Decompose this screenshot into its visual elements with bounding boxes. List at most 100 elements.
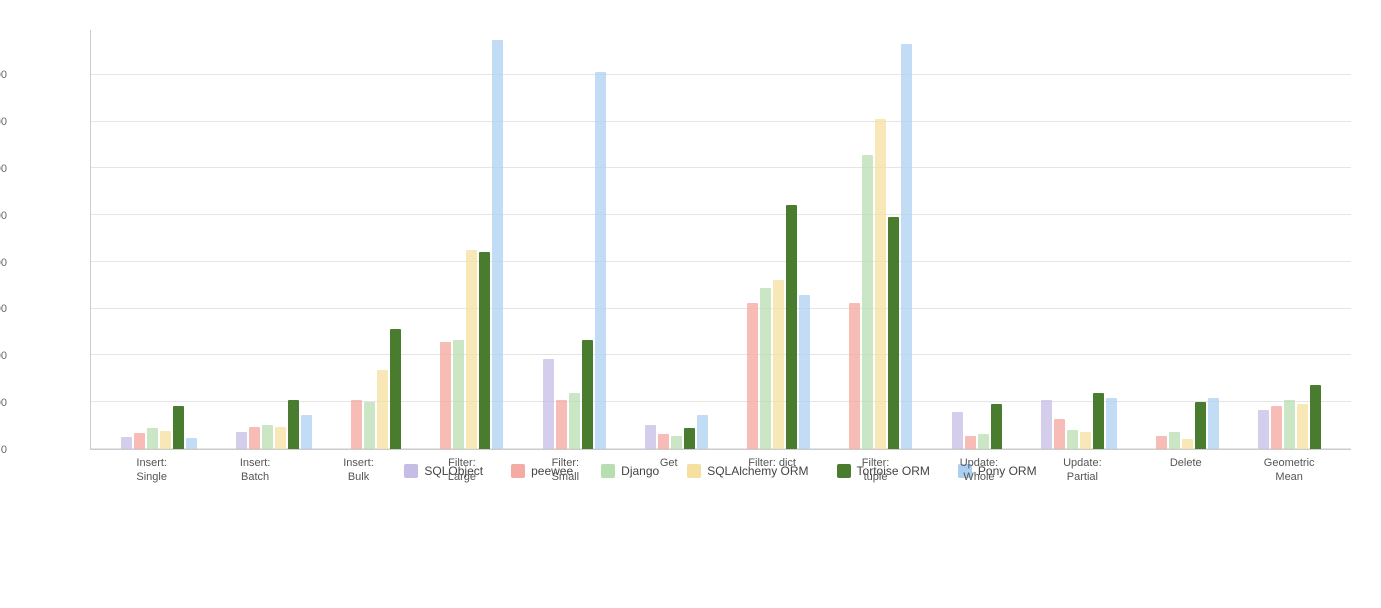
bar xyxy=(275,427,286,450)
bar xyxy=(556,400,567,449)
y-axis-label: 87500 xyxy=(0,116,7,128)
bar-group xyxy=(747,205,810,449)
bar xyxy=(1093,393,1104,449)
bar xyxy=(1258,410,1269,449)
bar xyxy=(121,437,132,449)
bar xyxy=(901,44,912,449)
bar xyxy=(684,428,695,449)
bar xyxy=(236,432,247,449)
bar-group xyxy=(645,415,708,449)
bar xyxy=(773,280,784,449)
bar xyxy=(262,425,273,449)
group-bars xyxy=(1258,385,1321,449)
bar xyxy=(351,400,362,449)
x-axis-label: Update: Partial xyxy=(1037,456,1127,485)
x-axis-label: Delete xyxy=(1141,456,1231,485)
bar xyxy=(786,205,797,449)
bar xyxy=(849,303,860,449)
chart-area xyxy=(90,30,1351,450)
bar xyxy=(1041,400,1052,449)
bar xyxy=(952,412,963,450)
group-bars xyxy=(236,400,312,449)
bar xyxy=(1284,400,1295,449)
bar-group xyxy=(440,40,503,449)
bar-group xyxy=(1041,393,1117,449)
bar-group xyxy=(351,329,401,449)
y-axis-label: 12500 xyxy=(0,397,7,409)
bar xyxy=(1208,398,1219,449)
x-axis-label: Get xyxy=(624,456,714,485)
bar xyxy=(1080,432,1091,449)
group-bars xyxy=(645,415,708,449)
bar xyxy=(658,434,669,449)
bar-group xyxy=(952,404,1002,449)
y-axis-label: 37500 xyxy=(0,303,7,315)
bar xyxy=(1169,432,1180,449)
bar xyxy=(492,40,503,449)
bar-group xyxy=(121,406,197,449)
bar xyxy=(1297,404,1308,449)
bar xyxy=(377,370,388,449)
bar xyxy=(697,415,708,449)
bar-group xyxy=(236,400,312,449)
bar xyxy=(595,72,606,449)
bar xyxy=(569,393,580,449)
y-axis-label: 75000 xyxy=(0,163,7,175)
bar xyxy=(1067,430,1078,449)
x-axis-label: Insert: Single xyxy=(107,456,197,485)
bar xyxy=(301,415,312,449)
bar-group xyxy=(849,44,912,449)
bars-container xyxy=(91,30,1351,449)
bar xyxy=(453,340,464,449)
bar-group xyxy=(1156,398,1219,449)
group-bars xyxy=(1041,393,1117,449)
x-axis-label: Insert: Bulk xyxy=(314,456,404,485)
bar xyxy=(1054,419,1065,449)
bar xyxy=(747,303,758,449)
bar xyxy=(1271,406,1282,449)
bar xyxy=(364,402,375,449)
y-axis-label: 25000 xyxy=(0,350,7,362)
x-axis-label: Geometric Mean xyxy=(1244,456,1334,485)
bar xyxy=(390,329,401,449)
group-bars xyxy=(351,329,401,449)
x-axis-labels: Insert: Single Insert: Batch Insert: Bulk F… xyxy=(90,456,1351,485)
x-axis-label: Filter: tuple xyxy=(831,456,921,485)
bar xyxy=(186,438,197,449)
x-axis-label: Update: Whole xyxy=(934,456,1024,485)
bar xyxy=(249,427,260,449)
y-axis-label: 0 xyxy=(0,444,7,456)
group-bars xyxy=(952,404,1002,449)
bar xyxy=(173,406,184,449)
bar xyxy=(1156,436,1167,449)
x-axis-label: Filter: Small xyxy=(520,456,610,485)
bar xyxy=(888,217,899,450)
group-bars xyxy=(121,406,197,449)
bar xyxy=(1182,439,1193,450)
bar xyxy=(160,431,171,449)
bar xyxy=(1310,385,1321,449)
bar xyxy=(978,434,989,449)
bar xyxy=(965,436,976,449)
chart-container: 0125002500037500500006250075000875001000… xyxy=(0,0,1381,608)
x-axis-label: Insert: Batch xyxy=(210,456,300,485)
y-axis-label: 100000 xyxy=(0,69,7,81)
bar-group xyxy=(1258,385,1321,449)
group-bars xyxy=(440,40,503,449)
y-axis-label: 62500 xyxy=(0,210,7,222)
group-bars xyxy=(747,205,810,449)
bar xyxy=(479,252,490,449)
group-bars xyxy=(543,72,606,449)
bar xyxy=(134,433,145,449)
group-bars xyxy=(849,44,912,449)
bar xyxy=(466,250,477,449)
x-axis-label: Filter: Large xyxy=(417,456,507,485)
bar xyxy=(440,342,451,449)
bar xyxy=(760,288,771,449)
bar xyxy=(147,428,158,449)
x-axis-label: Filter: dict xyxy=(727,456,817,485)
bar xyxy=(799,295,810,449)
bar xyxy=(671,436,682,449)
bar xyxy=(645,425,656,449)
bar xyxy=(1106,398,1117,449)
